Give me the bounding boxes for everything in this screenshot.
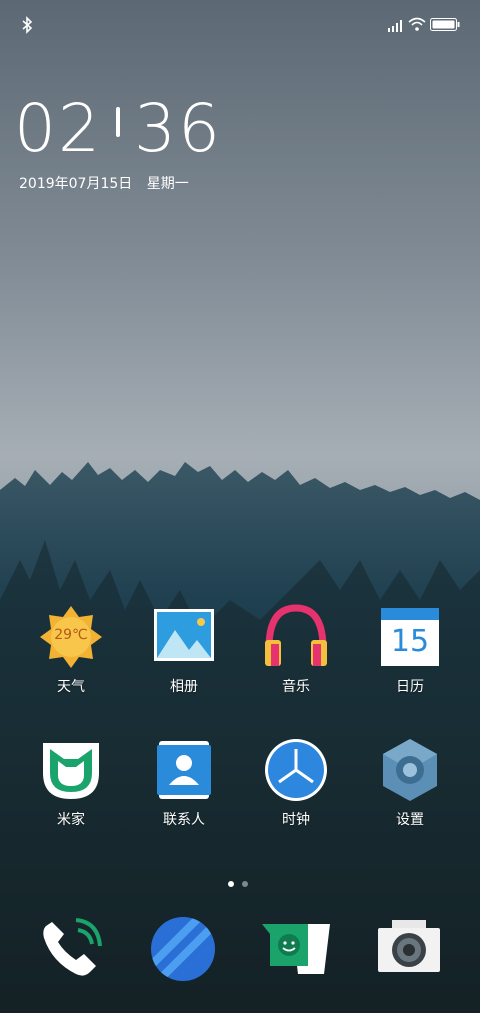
app-label-weather: 天气 (57, 679, 85, 695)
dock-camera[interactable] (376, 916, 446, 982)
app-weather[interactable]: 29℃ 天气 (16, 604, 126, 696)
lock-clock[interactable]: 02 36 (14, 92, 222, 166)
weather-sun-icon: 29℃ (38, 604, 104, 670)
wifi-icon (408, 17, 426, 31)
app-label-gallery: 相册 (170, 679, 198, 695)
page-indicator (228, 872, 256, 891)
app-mijia[interactable]: 米家 (16, 737, 126, 829)
app-label-calendar: 日历 (396, 679, 424, 695)
date-text: 2019年07月15日 (19, 176, 133, 192)
dock-messages[interactable] (262, 916, 332, 982)
camera-icon (378, 920, 440, 972)
app-clock[interactable]: 时钟 (241, 737, 351, 829)
app-music[interactable]: 音乐 (241, 604, 351, 696)
weather-temp: 29℃ (54, 627, 88, 643)
signal-icon (388, 20, 402, 32)
messages-icon (262, 924, 330, 974)
contacts-icon (151, 737, 217, 803)
bluetooth-icon (22, 16, 33, 34)
clock-minutes: 36 (133, 90, 222, 167)
headphones-icon (263, 604, 329, 670)
browser-icon (151, 917, 215, 981)
app-label-music: 音乐 (282, 679, 310, 695)
calendar-day: 15 (390, 624, 430, 659)
date-line: 2019年07月15日 星期一 (19, 173, 199, 193)
mijia-icon (38, 737, 104, 803)
app-label-contacts: 联系人 (163, 812, 205, 828)
page-dot (242, 881, 248, 887)
phone-icon (43, 918, 102, 976)
clock-separator (115, 107, 120, 137)
weekday-text: 星期一 (146, 176, 189, 192)
app-settings[interactable]: 设置 (355, 737, 465, 829)
battery-icon (430, 18, 460, 31)
app-label-settings: 设置 (396, 812, 424, 828)
app-label-clock: 时钟 (282, 812, 310, 828)
gallery-icon (151, 604, 217, 670)
app-contacts[interactable]: 联系人 (129, 737, 239, 829)
app-gallery[interactable]: 相册 (129, 604, 239, 696)
dock-browser[interactable] (150, 916, 220, 982)
dock-phone[interactable] (38, 916, 108, 982)
settings-gear-icon (377, 737, 443, 803)
clock-icon (263, 737, 329, 803)
clock-hours: 02 (14, 90, 102, 167)
status-bar (0, 0, 480, 50)
page-dot-active (228, 881, 234, 887)
calendar-icon: 15 (377, 604, 443, 670)
app-calendar[interactable]: 15 日历 (355, 604, 465, 696)
app-label-mijia: 米家 (57, 812, 85, 828)
